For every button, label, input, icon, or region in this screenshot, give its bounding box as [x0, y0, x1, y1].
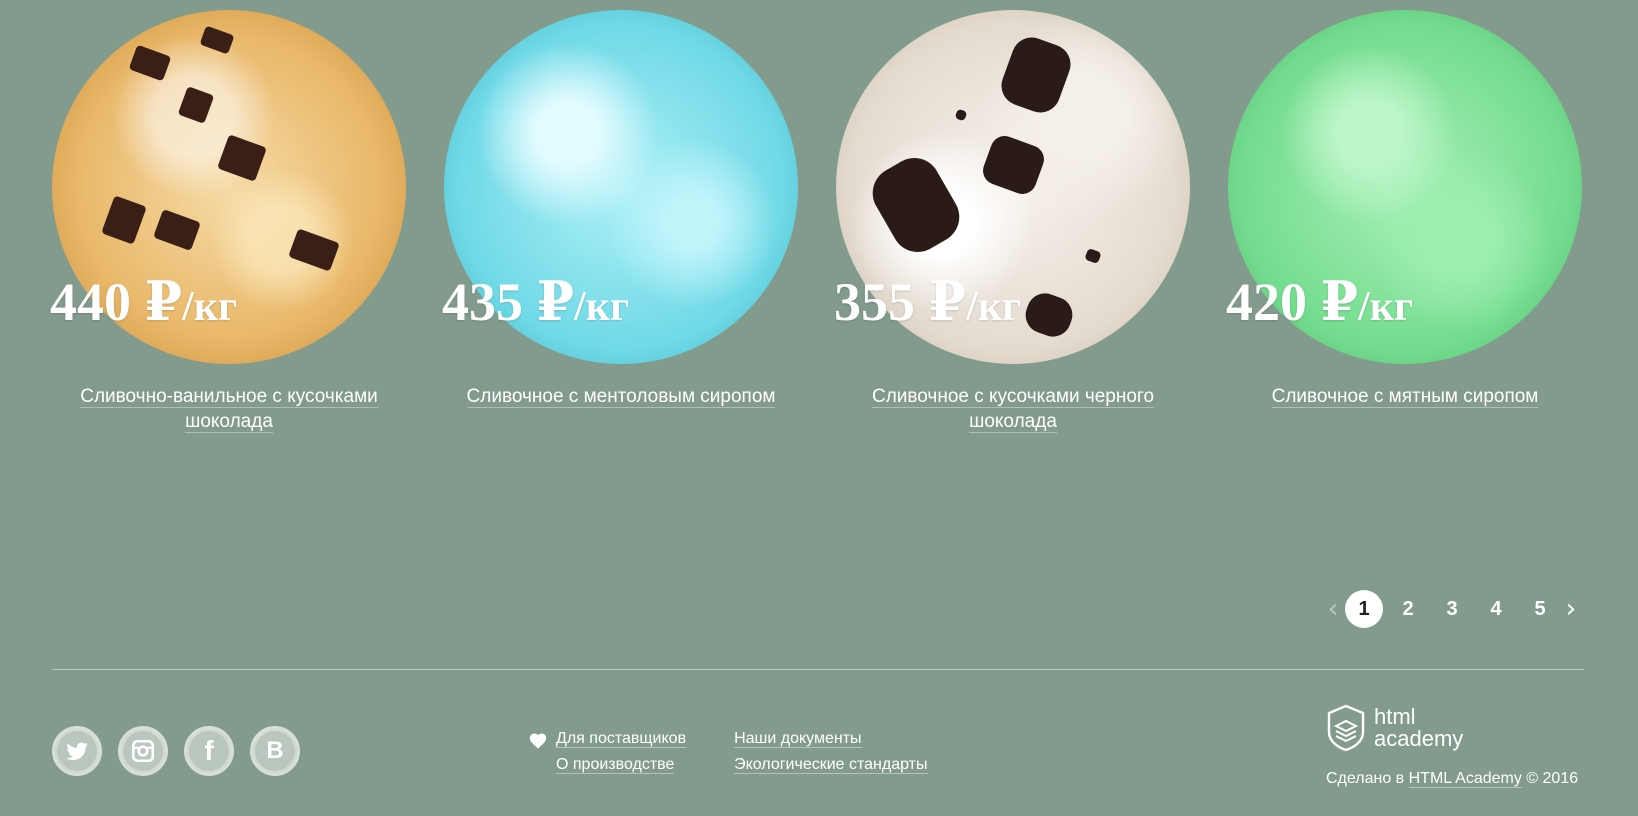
instagram-button[interactable] — [118, 726, 168, 776]
product-price: 435 ₽/кг — [442, 272, 630, 332]
pagination: ‹ 1 2 3 4 5 › — [1324, 588, 1580, 630]
pagination-page-4[interactable]: 4 — [1477, 590, 1515, 628]
facebook-button[interactable]: f — [184, 726, 234, 776]
heart-icon — [529, 733, 547, 749]
footer-links: Для поставщиков О производстве Наши доку… — [529, 726, 928, 778]
product-name-link[interactable]: Сливочно-ванильное с кусочками шоколада — [52, 384, 406, 434]
copyright: Сделано в HTML Academy © 2016 — [1326, 770, 1579, 788]
pagination-prev-icon[interactable]: ‹ — [1324, 588, 1342, 630]
footer-link-production[interactable]: О производстве — [556, 752, 686, 778]
facebook-icon: f — [204, 735, 214, 766]
product-price: 420 ₽/кг — [1226, 272, 1414, 332]
product-name-link[interactable]: Сливочное с кусочками черного шоколада — [836, 384, 1190, 434]
product-price: 355 ₽/кг — [834, 272, 1022, 332]
product-list: 440 ₽/кг Сливочно-ванильное с кусочками … — [50, 10, 1586, 450]
html-academy-link[interactable]: HTML Academy — [1408, 770, 1522, 788]
pagination-page-2[interactable]: 2 — [1389, 590, 1427, 628]
product-name-link[interactable]: Сливочное с мятным сиропом — [1228, 384, 1582, 409]
academy-wordmark: html academy — [1374, 704, 1464, 751]
vk-button[interactable]: B — [250, 726, 300, 776]
footer-links-col-2: Наши документы Экологические стандарты — [734, 726, 928, 778]
vk-icon: B — [266, 737, 284, 764]
academy-block: html academy Сделано в HTML Academy © 20… — [1326, 702, 1584, 788]
social-links: f B — [52, 726, 316, 776]
product-card[interactable]: 435 ₽/кг Сливочное с ментоловым сиропом — [442, 10, 798, 409]
pagination-next-icon[interactable]: › — [1562, 588, 1580, 630]
product-name-link[interactable]: Сливочное с ментоловым сиропом — [444, 384, 798, 409]
pagination-page-1[interactable]: 1 — [1345, 590, 1383, 628]
twitter-button[interactable] — [52, 726, 102, 776]
twitter-icon — [66, 742, 88, 761]
pagination-page-5[interactable]: 5 — [1521, 590, 1559, 628]
pagination-page-3[interactable]: 3 — [1433, 590, 1471, 628]
footer-divider — [52, 669, 1584, 670]
product-price: 440 ₽/кг — [50, 272, 238, 332]
footer-link-documents[interactable]: Наши документы — [734, 726, 927, 752]
product-card[interactable]: 440 ₽/кг Сливочно-ванильное с кусочками … — [50, 10, 406, 434]
product-card[interactable]: 355 ₽/кг Сливочное с кусочками черного ш… — [834, 10, 1190, 434]
footer-links-col-1: Для поставщиков О производстве — [529, 726, 687, 778]
footer-link-suppliers[interactable]: Для поставщиков — [556, 726, 687, 752]
html-academy-logo[interactable]: html academy — [1326, 702, 1584, 754]
footer-link-eco-standards[interactable]: Экологические стандарты — [734, 752, 928, 778]
instagram-icon — [131, 739, 155, 763]
product-card[interactable]: 420 ₽/кг Сливочное с мятным сиропом — [1226, 10, 1582, 409]
academy-shield-icon — [1327, 704, 1365, 752]
